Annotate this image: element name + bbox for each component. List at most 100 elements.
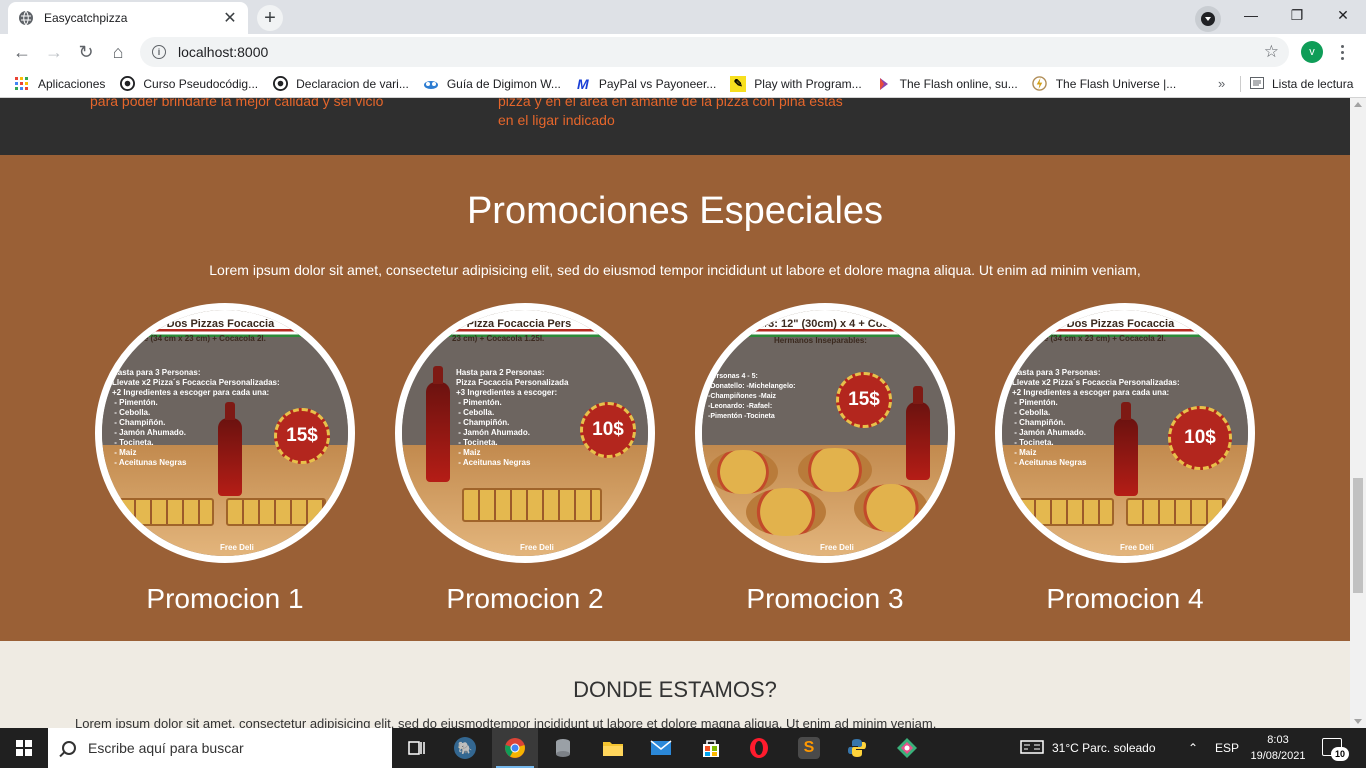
- bookmark-item[interactable]: Declaracion de vari...: [272, 76, 409, 92]
- taskbar-app[interactable]: S: [786, 728, 832, 768]
- git-kraken-icon: [896, 737, 918, 759]
- bookmark-item[interactable]: M PayPal vs Payoneer...: [575, 76, 716, 92]
- weather-icon: [1020, 739, 1044, 758]
- browser-menu-icon[interactable]: [1336, 40, 1348, 64]
- bookmark-item[interactable]: Guía de Digimon W...: [423, 76, 561, 92]
- scroll-down-icon[interactable]: [1354, 719, 1362, 724]
- bookmark-item[interactable]: Curso Pseudocódig...: [119, 76, 258, 92]
- flyer-heading: ción #1: Pizza Focaccia Pers: [422, 318, 572, 330]
- price-badge: 10$: [1168, 406, 1232, 470]
- taskbar-app-chrome[interactable]: [492, 728, 538, 768]
- weather-widget[interactable]: 31°C Parc. soleado: [1020, 728, 1156, 768]
- taskbar-app[interactable]: [638, 728, 684, 768]
- home-icon[interactable]: ⌂: [104, 38, 132, 66]
- promo-image[interactable]: #3: 12" (30cm) x 4 + Coca Hermanos Insep…: [695, 303, 955, 563]
- promo-flyer: ción #2: Dos Pizzas Focaccia lizadas de …: [102, 310, 348, 556]
- windows-taskbar: Escribe aquí para buscar 🐘 S 31°C Parc. …: [0, 728, 1366, 768]
- forward-icon[interactable]: →: [40, 38, 68, 66]
- pencil-icon: ✎: [730, 75, 747, 92]
- close-window-button[interactable]: ✕: [1320, 0, 1366, 30]
- promo-section-description: Lorem ipsum dolor sit amet, consectetur …: [209, 262, 1141, 278]
- promo-card-1[interactable]: ción #2: Dos Pizzas Focaccia lizadas de …: [95, 303, 355, 615]
- task-view-button[interactable]: [394, 728, 440, 768]
- flyer-heading: ción #2: Dos Pizzas Focaccia: [122, 318, 275, 330]
- close-tab-icon[interactable]: ✕: [222, 8, 238, 28]
- soda-bottle: [218, 402, 242, 496]
- bookmark-label: Declaracion de vari...: [296, 76, 409, 91]
- clock-time: 8:03: [1267, 734, 1289, 746]
- bookmark-item[interactable]: The Flash Universe |...: [1032, 76, 1177, 92]
- flyer-heading: ción #2: Dos Pizzas Focaccia: [1022, 318, 1175, 330]
- reload-icon[interactable]: ↻: [72, 38, 100, 66]
- minimize-button[interactable]: —: [1228, 0, 1274, 30]
- database-icon: [552, 737, 574, 759]
- reading-list-label: Lista de lectura: [1272, 77, 1354, 91]
- flyer-footer: Free Deli: [1120, 543, 1154, 552]
- clock[interactable]: 8:03 19/08/2021: [1250, 732, 1306, 764]
- divider: [1240, 76, 1241, 92]
- promo-name[interactable]: Promocion 4: [995, 583, 1255, 615]
- taskbar-app[interactable]: 🐘: [442, 728, 488, 768]
- promo-name[interactable]: Promocion 2: [395, 583, 655, 615]
- flyer-footer: Free Deli: [820, 543, 854, 552]
- price-badge: 10$: [580, 402, 636, 458]
- location-title: DONDE ESTAMOS?: [573, 677, 777, 702]
- site-info-icon[interactable]: i: [152, 45, 166, 59]
- pizza-image: [746, 488, 826, 536]
- globe-icon: [19, 10, 33, 26]
- browser-toolbar: ← → ↻ ⌂ i localhost:8000 ☆ v: [0, 34, 1366, 70]
- mail-icon: [650, 737, 672, 759]
- promo-section-title: Promociones Especiales: [466, 190, 884, 232]
- show-hidden-icons-button[interactable]: ⌃: [1188, 728, 1198, 768]
- taskbar-app[interactable]: [736, 728, 782, 768]
- cloud-icon: [423, 76, 439, 92]
- pizza-image: [1126, 498, 1226, 526]
- search-icon: [62, 741, 76, 755]
- taskbar-app[interactable]: [688, 728, 734, 768]
- restore-button[interactable]: ❐: [1274, 0, 1320, 30]
- bookmarks-overflow-icon[interactable]: »: [1218, 76, 1225, 91]
- pizza-image: [1018, 498, 1114, 526]
- start-button[interactable]: [0, 728, 48, 768]
- input-language[interactable]: ESP: [1215, 728, 1239, 768]
- language-label: ESP: [1215, 741, 1240, 755]
- flyer-details: Hasta para 2 Personas: Pizza Focaccia Pe…: [456, 368, 569, 467]
- scrollbar-thumb[interactable]: [1353, 478, 1363, 593]
- reading-list-button[interactable]: Lista de lectura: [1250, 70, 1353, 98]
- promo-image[interactable]: ción #1: Pizza Focaccia Pers 23 cm) + Co…: [395, 303, 655, 563]
- promo-image[interactable]: ción #2: Dos Pizzas Focaccia lizadas de …: [995, 303, 1255, 563]
- browser-tab[interactable]: Easycatchpizza ✕: [8, 2, 248, 34]
- flyer-subheading: 23 cm) + Cocacola 1.25l.: [452, 334, 545, 343]
- bookmark-item[interactable]: ✎ Play with Program...: [730, 75, 862, 92]
- promo-card-3[interactable]: #3: 12" (30cm) x 4 + Coca Hermanos Insep…: [695, 303, 955, 615]
- bookmark-apps[interactable]: Aplicaciones: [14, 76, 105, 92]
- promo-name[interactable]: Promocion 1: [95, 583, 355, 615]
- promo-card-2[interactable]: ción #1: Pizza Focaccia Pers 23 cm) + Co…: [395, 303, 655, 615]
- back-icon[interactable]: ←: [8, 38, 36, 66]
- promo-flyer: #3: 12" (30cm) x 4 + Coca Hermanos Insep…: [702, 310, 948, 556]
- taskbar-search-input[interactable]: Escribe aquí para buscar: [48, 728, 392, 768]
- taskbar-app[interactable]: [540, 728, 586, 768]
- price-badge: 15$: [274, 408, 330, 464]
- bookmark-label: The Flash Universe |...: [1055, 76, 1177, 91]
- chevron-up-icon: ⌃: [1188, 741, 1199, 755]
- bookmark-item[interactable]: The Flash online, su...: [876, 76, 1018, 92]
- tab-strip: Easycatchpizza ✕ + — ❐ ✕: [0, 0, 1366, 34]
- page-scrollbar[interactable]: [1350, 98, 1366, 728]
- address-bar[interactable]: i localhost:8000 ☆: [140, 37, 1289, 67]
- flyer-details: Hasta para 3 Personas: Llevate x2 Pizza´…: [1012, 368, 1180, 467]
- taskbar-app[interactable]: [590, 728, 636, 768]
- opera-icon: [748, 737, 770, 759]
- chrome-icon: [504, 737, 526, 759]
- flyer-footer: Free Deli: [520, 543, 554, 552]
- promo-name[interactable]: Promocion 3: [695, 583, 955, 615]
- bookmark-star-icon[interactable]: ☆: [1264, 42, 1279, 62]
- profile-avatar[interactable]: v: [1301, 41, 1323, 63]
- new-tab-button[interactable]: +: [257, 5, 283, 31]
- promo-image[interactable]: ción #2: Dos Pizzas Focaccia lizadas de …: [95, 303, 355, 563]
- tab-search-button[interactable]: [1195, 6, 1221, 32]
- scroll-up-icon[interactable]: [1354, 102, 1362, 107]
- taskbar-app[interactable]: [884, 728, 930, 768]
- promo-card-4[interactable]: ción #2: Dos Pizzas Focaccia lizadas de …: [995, 303, 1255, 615]
- taskbar-app[interactable]: [834, 728, 880, 768]
